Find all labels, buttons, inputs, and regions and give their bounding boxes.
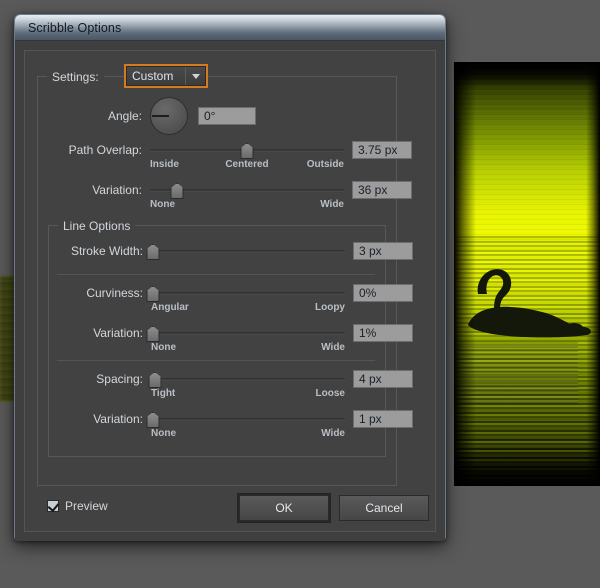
settings-dropdown[interactable]: Custom (124, 64, 208, 88)
slider-thumb[interactable] (146, 412, 160, 428)
curviness-slider[interactable] (146, 286, 345, 302)
path-overlap-variation-scale-max: Wide (320, 199, 344, 210)
curviness-variation-row: Variation: 1% (39, 324, 413, 342)
curviness-variation-scale-max: Wide (321, 342, 345, 353)
spacing-value: 4 px (359, 372, 382, 386)
slider-thumb[interactable] (146, 244, 160, 260)
path-overlap-slider[interactable] (150, 143, 344, 159)
spacing-variation-label: Variation: (93, 412, 143, 426)
spacing-label: Spacing: (96, 372, 143, 386)
angle-value: 0° (204, 109, 216, 123)
spacing-slider[interactable] (148, 372, 345, 388)
spacing-variation-scale: None Wide (151, 428, 345, 440)
curviness-variation-label: Variation: (93, 326, 143, 340)
slider-thumb[interactable] (146, 286, 160, 302)
path-overlap-variation-label: Variation: (92, 183, 142, 197)
curviness-row: Curviness: 0% (39, 284, 413, 302)
slider-thumb[interactable] (170, 183, 184, 199)
curviness-variation-value: 1% (359, 326, 377, 340)
slider-thumb[interactable] (146, 326, 160, 342)
spacing-input[interactable]: 4 px (353, 370, 413, 388)
stroke-width-slider[interactable] (146, 244, 345, 260)
line-options-divider-2 (57, 360, 375, 361)
curviness-variation-scale: None Wide (151, 342, 345, 354)
stroke-width-input[interactable]: 3 px (353, 242, 413, 260)
slider-track (151, 332, 345, 335)
settings-group: Settings: Custom Angle: 0° Path Overlap:… (37, 64, 413, 486)
path-overlap-label: Path Overlap: (68, 143, 142, 157)
artwork-right-vignette (586, 62, 600, 486)
curviness-variation-scale-min: None (151, 342, 176, 353)
preview-checkbox[interactable] (47, 499, 60, 513)
ok-button[interactable]: OK (239, 495, 329, 521)
dialog-titlebar[interactable]: Scribble Options (15, 15, 445, 41)
preview-label: Preview (65, 499, 108, 513)
path-overlap-variation-value: 36 px (358, 183, 388, 197)
slider-track (151, 292, 345, 295)
path-overlap-variation-row: Variation: 36 px (38, 181, 412, 199)
chevron-down-icon (186, 73, 205, 79)
spacing-variation-slider[interactable] (146, 412, 345, 428)
curviness-scale-max: Loopy (315, 302, 345, 313)
curviness-variation-input[interactable]: 1% (353, 324, 413, 342)
path-overlap-variation-slider[interactable] (150, 183, 344, 199)
angle-row: Angle: 0° (38, 97, 256, 135)
spacing-scale: Tight Loose (151, 388, 345, 400)
path-overlap-scale-max: Outside (306, 159, 344, 170)
artwork-left-vignette (454, 62, 476, 486)
settings-label: Settings: (47, 70, 104, 84)
spacing-scale-min: Tight (151, 388, 176, 399)
angle-input[interactable]: 0° (198, 107, 256, 125)
stroke-width-value: 3 px (359, 244, 382, 258)
curviness-variation-slider[interactable] (146, 326, 345, 342)
dialog-footer: Preview OK Cancel (25, 493, 435, 523)
cancel-button-label: Cancel (365, 501, 403, 515)
path-overlap-row: Path Overlap: 3.75 px (38, 141, 412, 159)
check-icon (47, 499, 60, 513)
path-overlap-input[interactable]: 3.75 px (352, 141, 412, 159)
path-overlap-scale-min: Inside (150, 159, 179, 170)
slider-track (151, 418, 345, 421)
curviness-scale-min: Angular (151, 302, 189, 313)
path-overlap-scale: Inside Centered Outside (150, 159, 344, 171)
spacing-scale-max: Loose (315, 388, 345, 399)
line-options-divider-1 (57, 274, 375, 275)
spacing-variation-scale-max: Wide (321, 428, 345, 439)
curviness-label: Curviness: (86, 286, 143, 300)
stroke-width-label: Stroke Width: (70, 244, 143, 258)
ok-button-label: OK (275, 501, 293, 515)
stroke-width-row: Stroke Width: 3 px (39, 242, 413, 260)
path-overlap-variation-input[interactable]: 36 px (352, 181, 412, 199)
scribble-options-dialog: Scribble Options Settings: Custom Angle: (14, 14, 446, 541)
curviness-value: 0% (359, 286, 377, 300)
angle-dial[interactable] (150, 97, 188, 135)
slider-track (151, 250, 345, 253)
slider-thumb[interactable] (148, 372, 162, 388)
spacing-variation-value: 1 px (359, 412, 382, 426)
line-options-group: Line Options Stroke Width: 3 px Curvines… (48, 219, 413, 457)
dialog-panel: Settings: Custom Angle: 0° Path Overlap:… (24, 50, 436, 532)
spacing-variation-input[interactable]: 1 px (353, 410, 413, 428)
cancel-button[interactable]: Cancel (339, 495, 429, 521)
artwork-left-sliver (0, 276, 14, 402)
path-overlap-scale-mid: Centered (225, 159, 269, 170)
spacing-variation-scale-min: None (151, 428, 176, 439)
slider-thumb[interactable] (240, 143, 254, 159)
slider-track (151, 378, 345, 381)
path-overlap-value: 3.75 px (358, 143, 398, 157)
dialog-title: Scribble Options (28, 20, 122, 35)
line-options-title: Line Options (58, 219, 136, 233)
path-overlap-variation-scale: None Wide (150, 199, 344, 211)
angle-label: Angle: (107, 109, 142, 123)
curviness-scale: Angular Loopy (151, 302, 345, 314)
angle-dial-needle (152, 115, 169, 117)
artwork-swan-illustration (454, 62, 600, 486)
spacing-row: Spacing: 4 px (39, 370, 413, 388)
dialog-body: Settings: Custom Angle: 0° Path Overlap:… (15, 41, 445, 541)
preview-checkbox-wrap[interactable]: Preview (47, 499, 108, 513)
spacing-variation-row: Variation: 1 px (39, 410, 413, 428)
path-overlap-variation-scale-min: None (150, 199, 175, 210)
curviness-input[interactable]: 0% (353, 284, 413, 302)
settings-dropdown-value: Custom (132, 69, 174, 83)
